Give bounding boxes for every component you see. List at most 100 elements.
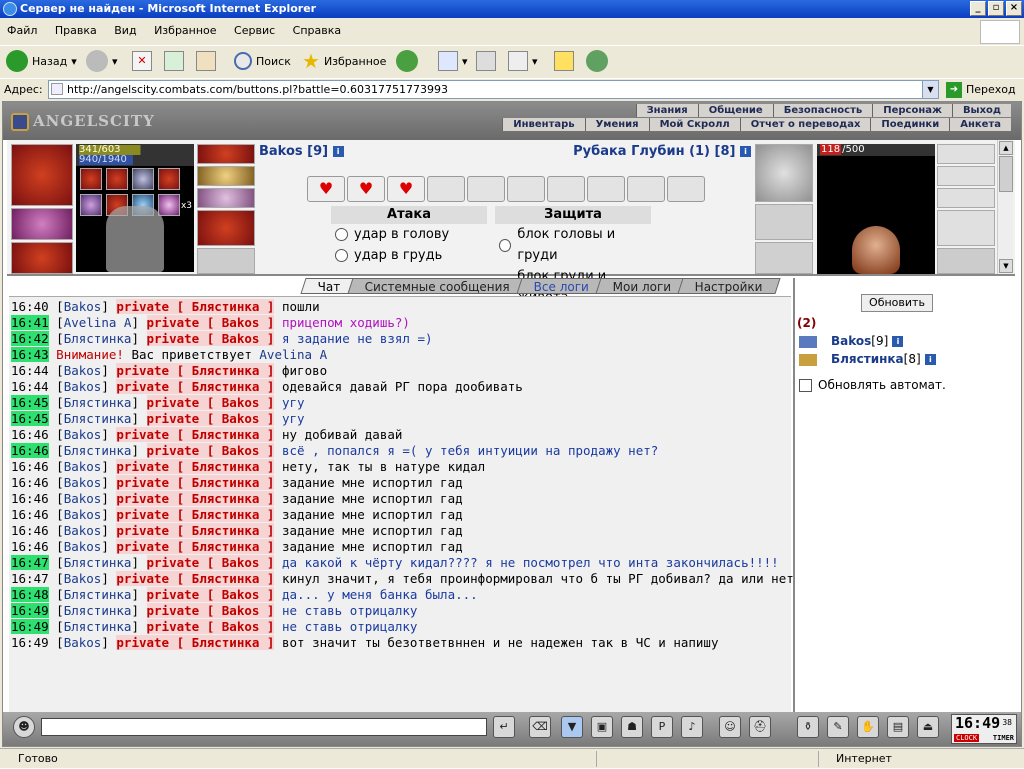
private-tag[interactable]: private [ Блястинка ] <box>116 459 275 474</box>
recipient-nick[interactable]: Блястинка <box>192 475 260 490</box>
info-icon[interactable]: i <box>740 146 751 157</box>
sender-nick[interactable]: Avelina A <box>64 315 132 330</box>
bracer-item-icon[interactable] <box>755 204 813 240</box>
private-tag[interactable]: private [ Bakos ] <box>146 619 275 634</box>
sender-nick[interactable]: Bakos <box>64 475 102 490</box>
music-icon[interactable]: ♪ <box>681 716 703 738</box>
defense-option-head-chest[interactable]: блок головы и груди <box>495 224 651 266</box>
chest-icon[interactable]: ▤ <box>887 716 909 738</box>
helmet-item-icon[interactable] <box>755 144 813 202</box>
clear-icon[interactable]: ⌫ <box>529 716 551 738</box>
private-tag[interactable]: private [ Блястинка ] <box>116 379 275 394</box>
rune-item-icon[interactable] <box>106 168 128 190</box>
nav-security[interactable]: Безопасность <box>772 104 873 117</box>
sender-nick[interactable]: Блястинка <box>64 331 132 346</box>
close-button[interactable]: × <box>1006 1 1022 16</box>
recipient-nick[interactable]: Блястинка <box>192 459 260 474</box>
private-tag[interactable]: private [ Bakos ] <box>146 411 275 426</box>
private-tag[interactable]: private [ Блястинка ] <box>116 507 275 522</box>
nav-profile[interactable]: Анкета <box>949 118 1011 131</box>
recipient-nick[interactable]: Блястинка <box>192 507 260 522</box>
private-tag[interactable]: private [ Bakos ] <box>146 603 275 618</box>
auto-refresh[interactable]: Обновлять автомат. <box>799 378 946 392</box>
recipient-nick[interactable]: Bakos <box>222 331 260 346</box>
sender-nick[interactable]: Bakos <box>64 491 102 506</box>
sender-nick[interactable]: Блястинка <box>64 603 132 618</box>
recipient-nick[interactable]: Блястинка <box>192 491 260 506</box>
nav-communication[interactable]: Общение <box>697 104 773 117</box>
scroll-up-icon[interactable]: ▲ <box>999 141 1013 155</box>
private-tag[interactable]: private [ Блястинка ] <box>116 635 275 650</box>
sender-nick[interactable]: Bakos <box>64 507 102 522</box>
recipient-nick[interactable]: Блястинка <box>192 363 260 378</box>
amulet-item-icon[interactable] <box>197 144 255 164</box>
sender-nick[interactable]: Блястинка <box>64 587 132 602</box>
radio-button[interactable] <box>499 238 512 252</box>
rune-item-icon[interactable] <box>158 194 180 216</box>
sender-nick[interactable]: Avelina A <box>259 347 327 362</box>
sender-nick[interactable]: Блястинка <box>64 395 132 410</box>
recipient-nick[interactable]: Блястинка <box>192 539 260 554</box>
gloves-slot[interactable] <box>937 210 995 246</box>
sender-nick[interactable]: Bakos <box>64 523 102 538</box>
refresh-button[interactable]: Обновить <box>861 294 933 312</box>
sender-nick[interactable]: Bakos <box>64 539 102 554</box>
hand-icon[interactable]: ✋ <box>857 716 879 738</box>
recipient-nick[interactable]: Bakos <box>222 555 260 570</box>
smiley-icon[interactable]: ☺ <box>719 716 741 738</box>
attack-option-head[interactable]: удар в голову <box>331 224 487 245</box>
rune-item-icon[interactable] <box>80 168 102 190</box>
bottle-icon[interactable]: ⚱ <box>797 716 819 738</box>
player1-name[interactable]: Bakos [9] i <box>259 144 344 159</box>
recipient-nick[interactable]: Блястинка <box>192 299 260 314</box>
nav-my-scroll[interactable]: Мой Скролл <box>648 118 740 131</box>
private-tag[interactable]: private [ Блястинка ] <box>116 363 275 378</box>
menu-view[interactable]: Вид <box>107 20 143 42</box>
menu-file[interactable]: Файл <box>0 20 44 42</box>
discuss-button[interactable] <box>554 48 574 74</box>
sender-nick[interactable]: Bakos <box>64 363 102 378</box>
forward-button[interactable]: ▾ <box>86 48 118 74</box>
private-tag[interactable]: private [ Bakos ] <box>146 331 275 346</box>
earring-slot[interactable] <box>937 166 995 186</box>
print-button[interactable] <box>476 48 496 74</box>
nav-knowledge[interactable]: Знания <box>635 104 698 117</box>
shield-slot[interactable] <box>937 248 995 274</box>
sender-nick[interactable]: Блястинка <box>64 555 132 570</box>
messenger-button[interactable] <box>586 48 608 74</box>
save-icon[interactable]: ▣ <box>591 716 613 738</box>
player2-name[interactable]: Рубака Глубин (1) [8] i <box>573 144 751 159</box>
send-icon[interactable]: ↵ <box>493 716 515 738</box>
tab-settings[interactable]: Настройки <box>677 278 781 294</box>
mail-button[interactable]: ▾ <box>438 48 468 74</box>
private-tag[interactable]: private [ Блястинка ] <box>116 571 275 586</box>
weapon-item-icon[interactable] <box>11 242 73 274</box>
attack-option-chest[interactable]: удар в грудь <box>331 245 487 266</box>
online-player[interactable]: Блястинка[8] i <box>799 352 936 366</box>
rune-item-icon[interactable] <box>80 194 102 216</box>
fighter-icon[interactable]: ☗ <box>621 716 643 738</box>
recipient-nick[interactable]: Bakos <box>222 411 260 426</box>
pl-icon[interactable]: P <box>651 716 673 738</box>
weapon-item-icon[interactable] <box>755 242 813 274</box>
menu-edit[interactable]: Правка <box>48 20 104 42</box>
private-tag[interactable]: private [ Блястинка ] <box>116 299 275 314</box>
minimize-button[interactable]: _ <box>970 1 986 16</box>
tab-all-logs[interactable]: Все логи <box>515 278 607 294</box>
filter-icon[interactable]: ▼ <box>561 716 583 738</box>
recipient-nick[interactable]: Bakos <box>222 603 260 618</box>
auto-refresh-checkbox[interactable] <box>799 378 812 392</box>
info-icon[interactable]: i <box>892 336 904 347</box>
tab-my-logs[interactable]: Мои логи <box>595 278 689 294</box>
recipient-nick[interactable]: Bakos <box>222 443 260 458</box>
bracer-item-icon[interactable] <box>11 208 73 240</box>
helmet-icon[interactable]: ⛑ <box>749 716 771 738</box>
menu-tools[interactable]: Сервис <box>227 20 282 42</box>
scroll-thumb[interactable] <box>999 156 1013 192</box>
sender-nick[interactable]: Bakos <box>64 427 102 442</box>
recipient-nick[interactable]: Bakos <box>222 619 260 634</box>
edit-button[interactable]: ▾ <box>508 48 538 74</box>
exit-icon[interactable]: ⏏ <box>917 716 939 738</box>
menu-help[interactable]: Справка <box>286 20 348 42</box>
rune-item-icon[interactable] <box>132 168 154 190</box>
